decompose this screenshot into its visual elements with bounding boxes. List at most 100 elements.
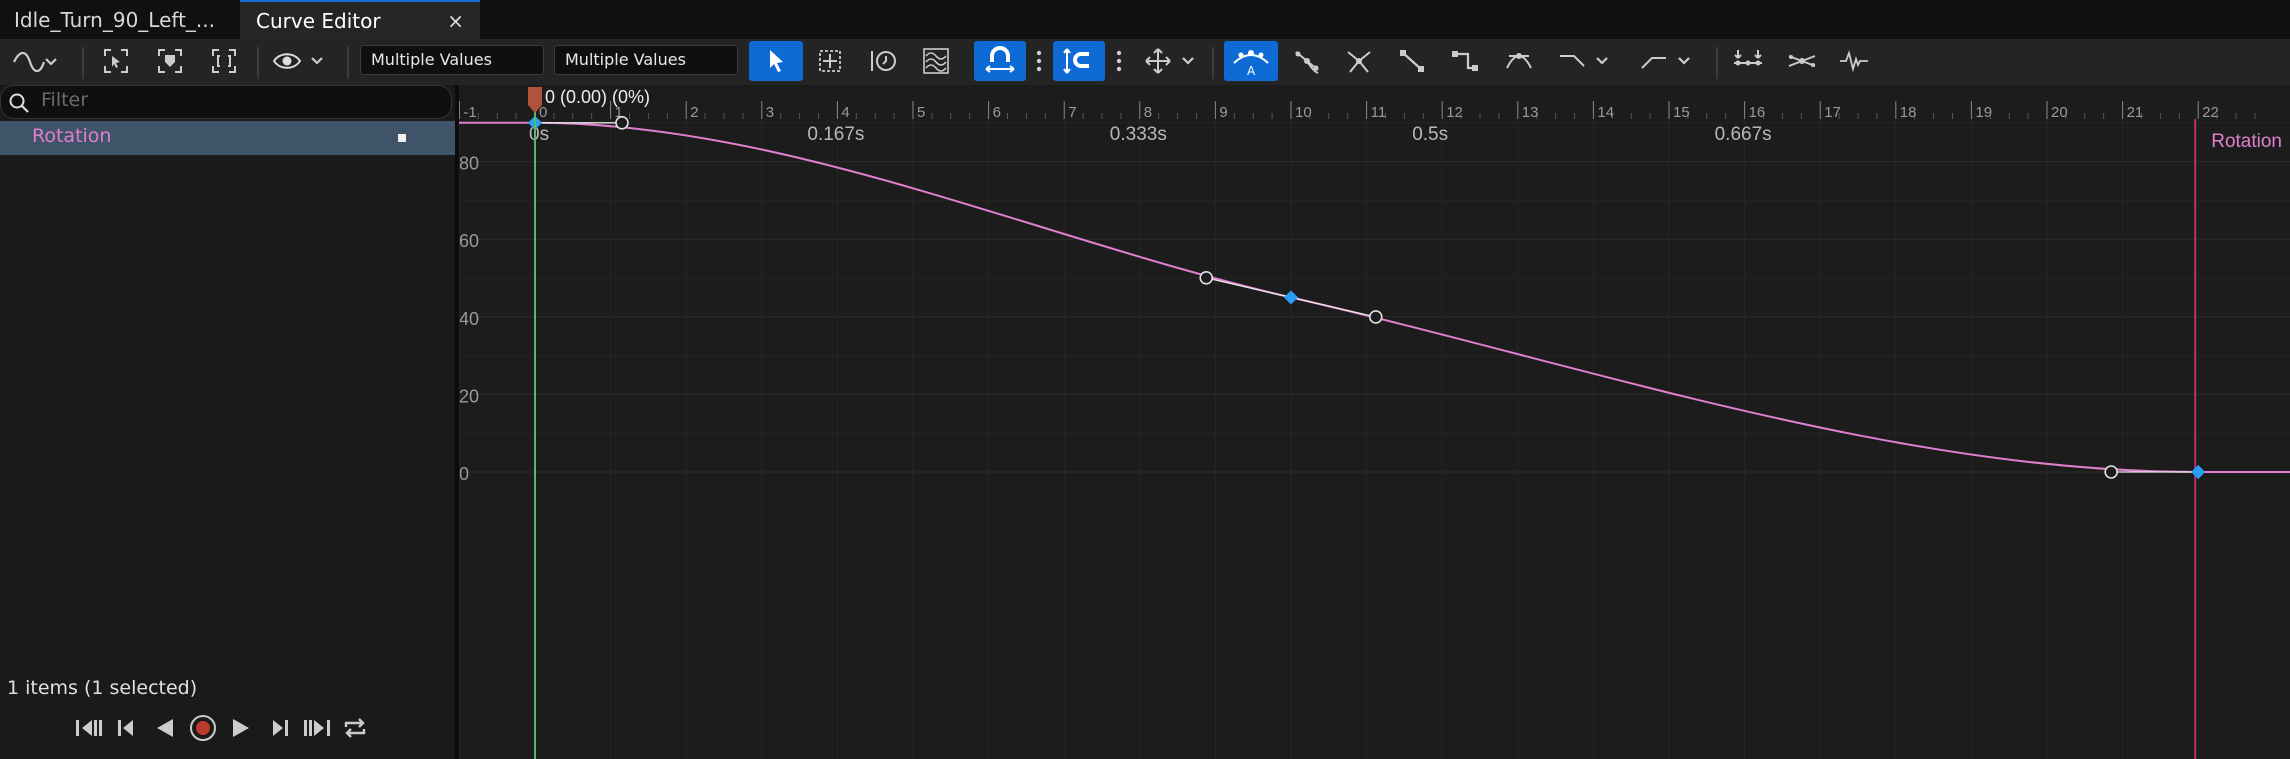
tangent-break-button[interactable]	[1342, 41, 1376, 81]
pre-infinity-dropdown[interactable]	[1554, 41, 1616, 81]
ruler-label: 15	[1673, 104, 1690, 121]
tree-item-label: Rotation	[32, 125, 112, 147]
jump-to-end-button[interactable]	[298, 710, 336, 746]
retime-tool-button[interactable]	[865, 41, 901, 81]
transport-controls	[70, 710, 374, 746]
ruler-label: 9	[1219, 104, 1227, 121]
playhead-label: 0 (0.00) (0%)	[545, 87, 650, 107]
close-icon[interactable]: ×	[447, 9, 464, 33]
y-tick-label: 40	[459, 309, 479, 329]
toolbar-separator	[1716, 47, 1718, 79]
y-tick-label: 60	[459, 231, 479, 251]
frame-vertical-icon	[158, 49, 182, 73]
step-forward-button[interactable]	[260, 710, 298, 746]
transform-icon	[819, 50, 841, 72]
tangent-auto-button[interactable]: A	[1224, 41, 1278, 81]
tangent-linear-icon	[1400, 50, 1424, 72]
ruler-label: 10	[1295, 104, 1312, 121]
ruler-label: 21	[2127, 104, 2144, 121]
frame-all-button[interactable]	[208, 41, 240, 81]
toolbar-separator	[1212, 47, 1214, 79]
time-label: 0.667s	[1715, 124, 1772, 145]
transform-tool-button[interactable]	[812, 41, 848, 81]
play-forward-button[interactable]	[222, 710, 260, 746]
tangent-handle[interactable]	[615, 115, 629, 130]
tangent-handle[interactable]	[2104, 465, 2118, 479]
search-icon	[9, 93, 29, 113]
tangent-linear-button[interactable]	[1395, 41, 1429, 81]
straighten-keys-icon	[1788, 55, 1816, 67]
step-forward-icon	[273, 720, 288, 736]
post-infinity-dropdown[interactable]	[1636, 41, 1698, 81]
frame-all-icon	[212, 49, 236, 73]
record-icon	[190, 715, 216, 741]
multi-scale-tool-button[interactable]	[918, 41, 954, 81]
ruler-label: 14	[1597, 104, 1614, 121]
ruler-label: 5	[917, 104, 925, 121]
jump-to-start-button[interactable]	[70, 710, 108, 746]
waveform-filter-icon	[1840, 49, 1868, 73]
curve-graph-view[interactable]: 1008060402000s0.167s0.333s0.5s0.667s -10…	[459, 85, 2290, 759]
frame-selection-icon	[104, 49, 128, 73]
flatten-tangents-button[interactable]	[1502, 41, 1536, 81]
axis-snapping-dropdown[interactable]	[1140, 41, 1202, 81]
snap-value-options[interactable]	[1110, 41, 1128, 81]
magnet-horizontal-icon	[985, 46, 1015, 73]
selection-status: 1 items (1 selected)	[7, 677, 198, 699]
snap-value-button[interactable]	[1053, 41, 1105, 81]
time-label: 0.5s	[1412, 124, 1448, 145]
step-back-button[interactable]	[108, 710, 146, 746]
flatten-keys-button[interactable]	[1730, 41, 1766, 81]
y-tick-label: 20	[459, 386, 479, 406]
skip-to-end-icon	[304, 720, 330, 736]
play-reverse-button[interactable]	[146, 710, 184, 746]
tangent-handle[interactable]	[1199, 271, 1214, 285]
tab-label: Idle_Turn_90_Left_...	[14, 7, 216, 32]
post-infinity-icon	[1641, 57, 1690, 69]
filter-search-box[interactable]: Filter	[0, 85, 452, 119]
snap-time-options[interactable]	[1030, 41, 1048, 81]
select-tool-button[interactable]	[749, 41, 803, 81]
tangent-constant-button[interactable]	[1448, 41, 1482, 81]
snap-time-button[interactable]	[974, 41, 1026, 81]
tab-animation-asset[interactable]: Idle_Turn_90_Left_...	[0, 0, 238, 39]
tangent-auto-icon: A	[1233, 50, 1269, 77]
value-field[interactable]: Multiple Values	[554, 45, 738, 75]
ruler-label: 16	[1749, 104, 1766, 121]
ruler-label: 18	[1900, 104, 1917, 121]
step-back-icon	[118, 720, 133, 736]
ruler-label: 7	[1068, 104, 1076, 121]
curve-tree-panel: Filter Rotation 1 items (1 selected)	[0, 85, 455, 759]
toolbar-separator	[257, 47, 259, 79]
tab-label: Curve Editor	[256, 8, 381, 33]
ruler-label: 19	[1975, 104, 1992, 121]
curve-name-label: Rotation	[2211, 131, 2282, 152]
time-value-field[interactable]: Multiple Values	[360, 45, 544, 75]
pre-infinity-icon	[1560, 55, 1608, 67]
toolbar-separator	[82, 47, 84, 79]
play-forward-icon	[233, 719, 249, 737]
tangent-user-button[interactable]	[1290, 41, 1324, 81]
svg-text:A: A	[1247, 64, 1256, 77]
flatten-tangents-icon	[1506, 53, 1532, 69]
filter-curves-button[interactable]	[1836, 41, 1872, 81]
record-button[interactable]	[184, 710, 222, 746]
frame-selection-button[interactable]	[100, 41, 132, 81]
tangent-handle[interactable]	[1368, 310, 1383, 324]
time-label: 0.167s	[807, 124, 864, 145]
curve-editor-toolbar: Multiple Values Multiple Values A	[0, 39, 2290, 85]
time-label: 0s	[529, 124, 549, 145]
tree-item-rotation[interactable]: Rotation	[0, 121, 455, 155]
tangent-user-icon	[1295, 51, 1319, 74]
wave-stack-icon	[923, 48, 949, 74]
straighten-keys-button[interactable]	[1784, 41, 1820, 81]
skip-to-start-icon	[76, 720, 102, 736]
move-arrows-icon	[1145, 48, 1194, 74]
curve-view-dropdown[interactable]	[4, 41, 66, 81]
play-reverse-icon	[157, 719, 173, 737]
loop-button[interactable]	[336, 710, 374, 746]
tab-curve-editor[interactable]: Curve Editor ×	[240, 0, 480, 39]
tangent-break-icon	[1347, 51, 1371, 73]
frame-vertical-button[interactable]	[154, 41, 186, 81]
visibility-dropdown[interactable]	[270, 41, 330, 81]
